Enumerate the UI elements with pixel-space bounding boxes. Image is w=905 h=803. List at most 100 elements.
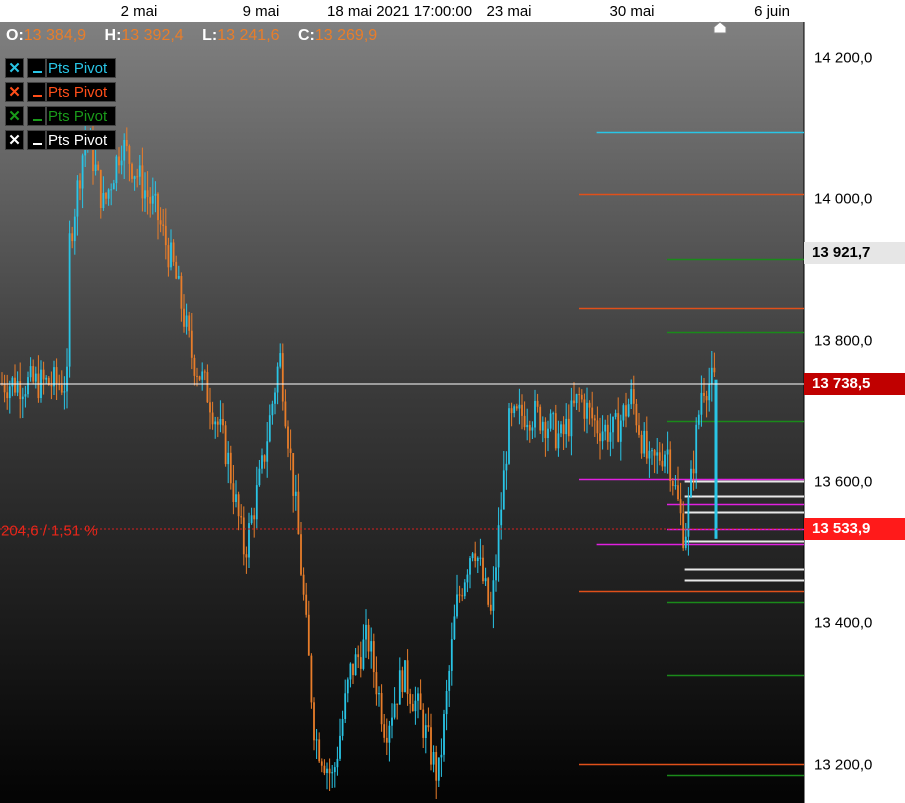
candle-body (268, 415, 271, 442)
marker-price-tag: 13 533,9 (804, 518, 905, 540)
candle-body (482, 557, 484, 582)
candle-body (609, 432, 612, 442)
price-tick-label: 13 600,0 (814, 473, 873, 491)
candle-body (37, 373, 40, 399)
candle-body (180, 276, 183, 309)
candle-body (671, 481, 674, 486)
candle-body (167, 245, 170, 268)
candle-body (125, 140, 128, 146)
candle-body (692, 468, 695, 474)
indicator-legend-item[interactable]: ✕ Pts Pivot (5, 106, 116, 126)
high-label: H: (104, 27, 122, 44)
candle-body (622, 405, 625, 421)
candle-body (305, 594, 308, 615)
line-style-icon[interactable] (27, 130, 46, 150)
candle-body (201, 371, 204, 380)
candle-body (170, 242, 172, 268)
high-value: 13 392,4 (121, 27, 184, 44)
candle-body (357, 654, 360, 658)
candle-body (690, 468, 692, 497)
candle-body (3, 383, 6, 393)
price-chart[interactable] (0, 0, 905, 803)
indicator-name[interactable]: Pts Pivot (46, 130, 116, 150)
candle-body (175, 261, 178, 279)
candle-body (318, 739, 321, 762)
date-tick-label: 30 mai (609, 3, 655, 20)
candle-body (401, 670, 404, 692)
candle-body (708, 384, 711, 401)
variation-label: 204,6 / 1,51 % (1, 522, 98, 540)
candle-body (271, 403, 274, 416)
candle-body (539, 406, 542, 431)
candle-body (71, 233, 74, 242)
remove-indicator-icon[interactable]: ✕ (5, 130, 24, 150)
candle-body (443, 714, 445, 755)
remove-indicator-icon[interactable]: ✕ (5, 58, 24, 78)
candle-body (131, 163, 133, 179)
indicator-name[interactable]: Pts Pivot (46, 58, 116, 78)
candle-body (448, 670, 451, 691)
candle-body (354, 654, 357, 676)
indicator-legend-item[interactable]: ✕ Pts Pivot (5, 130, 116, 150)
candle-body (214, 421, 217, 425)
candle-body (154, 193, 157, 196)
remove-indicator-icon[interactable]: ✕ (5, 106, 24, 126)
candle-body (289, 448, 292, 453)
line-style-icon[interactable] (27, 58, 46, 78)
candle-body (619, 420, 622, 442)
candle-body (232, 483, 235, 502)
indicator-legend-item[interactable]: ✕ Pts Pivot (5, 58, 116, 78)
candle-body (206, 372, 209, 403)
candle-body (242, 517, 245, 555)
candle-body (385, 737, 388, 743)
close-value: 13 269,9 (314, 27, 378, 44)
line-style-icon[interactable] (27, 106, 46, 126)
low-label: L: (202, 27, 218, 44)
candle-body (99, 170, 102, 208)
candle-body (645, 430, 648, 459)
candle-body (578, 394, 581, 396)
candle-body (666, 449, 669, 455)
candle-body (339, 735, 341, 759)
candle-body (432, 752, 435, 765)
price-tick-label: 13 400,0 (814, 614, 873, 632)
candle-body (497, 525, 500, 568)
candle-body (674, 485, 677, 487)
candle-body (27, 377, 29, 395)
candle-body (453, 616, 456, 640)
candle-body (575, 394, 578, 404)
candle-body (500, 509, 503, 526)
remove-indicator-icon[interactable]: ✕ (5, 82, 24, 102)
candle-body (492, 580, 495, 611)
indicator-name[interactable]: Pts Pivot (46, 82, 116, 102)
candle-body (21, 396, 24, 400)
candle-body (398, 670, 401, 705)
candle-body (651, 450, 653, 452)
indicator-legend-item[interactable]: ✕ Pts Pivot (5, 82, 116, 102)
candle-body (235, 494, 237, 502)
candle-body (419, 693, 422, 710)
candle-body (346, 679, 349, 694)
price-tick-label: 14 200,0 (814, 49, 873, 67)
candle-body (240, 516, 243, 518)
indicator-name[interactable]: Pts Pivot (46, 106, 116, 126)
candle-body (396, 703, 399, 705)
candle-body (300, 534, 302, 575)
candle-body (591, 407, 594, 419)
price-tick-label: 13 200,0 (814, 756, 873, 774)
candle-body (653, 450, 656, 456)
candle-body (177, 276, 180, 279)
candle-body (567, 418, 570, 437)
candle-body (344, 693, 347, 719)
candle-body (526, 424, 529, 428)
close-label: C: (297, 27, 315, 44)
open-value: 13 384,9 (23, 27, 87, 44)
candle-body (34, 373, 37, 382)
candle-body (102, 193, 105, 208)
candle-body (479, 557, 482, 559)
candle-body (120, 160, 123, 166)
line-style-icon[interactable] (27, 82, 46, 102)
ohlc-readout: O:13 384,9 H:13 392,4 L:13 241,6 C:13 26… (6, 27, 391, 45)
candle-body (375, 672, 378, 695)
candle-body (521, 404, 523, 416)
